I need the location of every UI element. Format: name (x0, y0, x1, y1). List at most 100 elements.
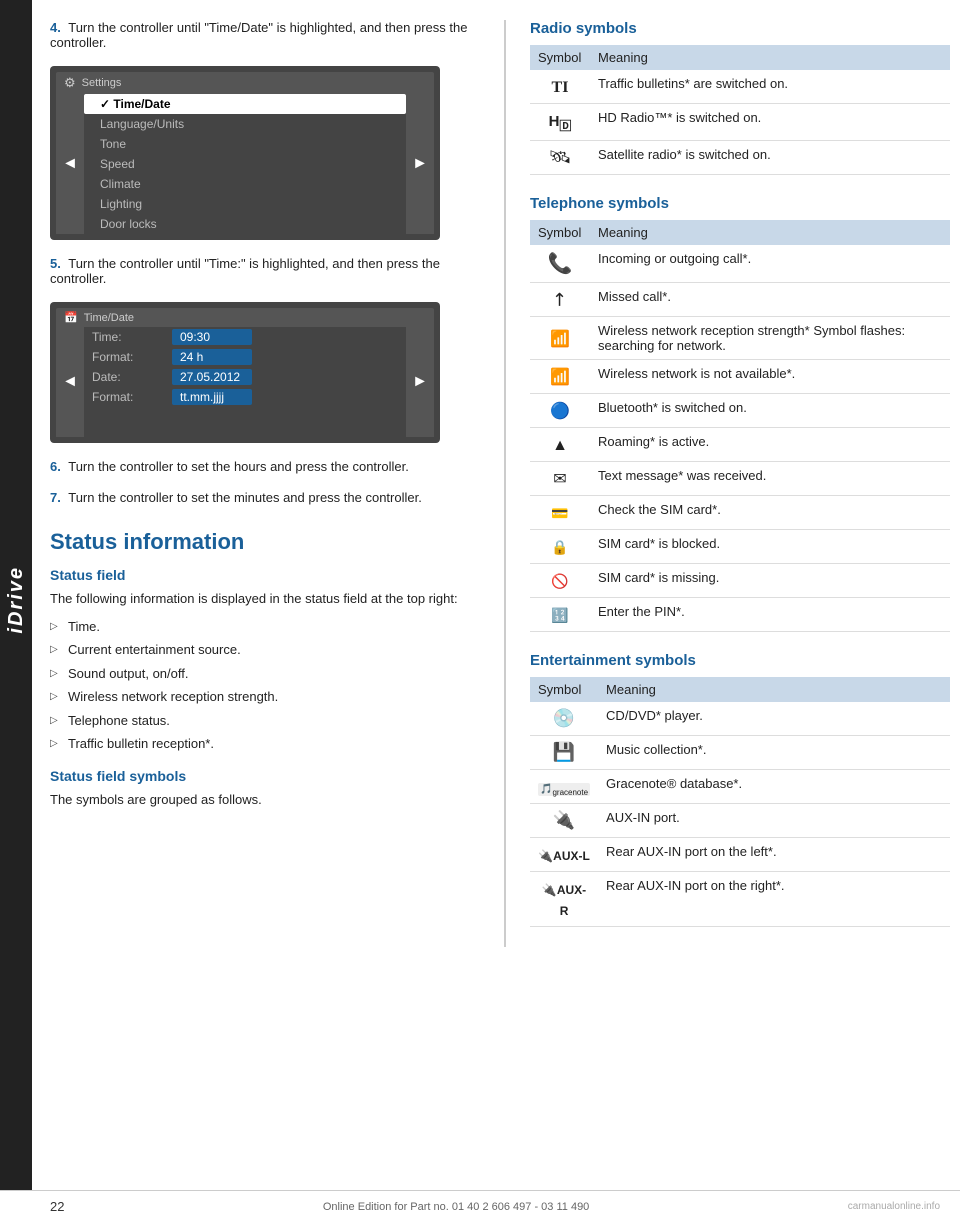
sms-icon: ✉ (553, 471, 566, 488)
gracenote-icon: 🎵gracenote (538, 783, 590, 796)
bullet-time: Time. (50, 615, 480, 639)
no-signal-icon: 📶 (550, 369, 570, 386)
step-5-num: 5. (50, 256, 61, 271)
td-value-format1: 24 h (172, 349, 252, 365)
ent-row-aux: 🔌 AUX-IN port. (530, 804, 950, 838)
signal-icon: 📶 (550, 331, 570, 348)
menu-item-tone[interactable]: Tone (84, 134, 406, 154)
ent-sym-cd: 💿 (530, 702, 598, 736)
entertainment-table: Symbol Meaning 💿 CD/DVD* player. 💾 Music… (530, 677, 950, 927)
td-left-arrow[interactable]: ◄ (56, 327, 84, 437)
menu-item-speed[interactable]: Speed (84, 154, 406, 174)
settings-screen-header: ⚙ Settings (56, 72, 434, 94)
step-7-num: 7. (50, 490, 61, 505)
ent-row-auxl: 🔌AUX-L Rear AUX-IN port on the left*. (530, 838, 950, 872)
radio-table: Symbol Meaning TI Traffic bulletins* are… (530, 45, 950, 175)
tel-sym-bt: 🔵 (530, 394, 590, 428)
menu-item-climate[interactable]: Climate (84, 174, 406, 194)
timedate-screen: 📅 Time/Date ◄ Time: 09:30 Format: 24 h D… (50, 302, 440, 443)
td-value-format2: tt.mm.jjjj (172, 389, 252, 405)
td-row-date: Date: 27.05.2012 (84, 367, 406, 387)
tel-sym-simcheck: 💳 (530, 496, 590, 530)
ent-sym-auxl: 🔌AUX-L (530, 838, 598, 872)
tel-row-roam: ▲ Roaming* is active. (530, 428, 950, 462)
settings-screen-title: Settings (82, 77, 122, 89)
calendar-icon: 📅 (64, 311, 78, 324)
ent-sym-music: 💾 (530, 736, 598, 770)
tel-meaning-missed: Missed call*. (590, 283, 950, 317)
radio-row-sat: 🛰 Satellite radio* is switched on. (530, 141, 950, 175)
tel-row-simcheck: 💳 Check the SIM card*. (530, 496, 950, 530)
settings-menu-list: ✓ Time/Date Language/Units Tone Speed Cl… (84, 94, 406, 234)
gear-icon: ⚙ (64, 75, 76, 91)
ent-meaning-cd: CD/DVD* player. (598, 702, 950, 736)
tel-row-sms: ✉ Text message* was received. (530, 462, 950, 496)
right-nav-arrow[interactable]: ► (406, 94, 434, 234)
step-6-num: 6. (50, 459, 61, 474)
ent-meaning-aux: AUX-IN port. (598, 804, 950, 838)
step-6: 6. Turn the controller to set the hours … (50, 459, 480, 474)
radio-symbols-heading: Radio symbols (530, 20, 950, 37)
td-right-arrow[interactable]: ► (406, 327, 434, 437)
menu-item-language[interactable]: Language/Units (84, 114, 406, 134)
bullet-wireless: Wireless network reception strength. (50, 685, 480, 709)
td-row-format2: Format: tt.mm.jjjj (84, 387, 406, 407)
bluetooth-icon: 🔵 (550, 403, 570, 420)
tel-meaning-signal: Wireless network reception strength* Sym… (590, 317, 950, 360)
ent-col-symbol: Symbol (530, 677, 598, 702)
step-7-text: Turn the controller to set the minutes a… (68, 490, 422, 505)
ent-sym-gracenote: 🎵gracenote (530, 770, 598, 804)
td-value-time: 09:30 (172, 329, 252, 345)
td-label-date: Date: (92, 370, 172, 384)
radio-sym-ti: TI (530, 70, 590, 104)
tel-row-pin: 🔢 Enter the PIN*. (530, 598, 950, 632)
footer-watermark: carmanualonline.info (848, 1201, 940, 1212)
cd-icon: 💿 (553, 708, 575, 728)
ent-sym-aux: 🔌 (530, 804, 598, 838)
tel-meaning-sms: Text message* was received. (590, 462, 950, 496)
idrive-label: iDrive (5, 566, 28, 634)
ent-row-cd: 💿 CD/DVD* player. (530, 702, 950, 736)
step-4-num: 4. (50, 20, 61, 35)
radio-sym-hd: H🄳 (530, 104, 590, 141)
entertainment-symbols-heading: Entertainment symbols (530, 652, 950, 669)
step-6-text: Turn the controller to set the hours and… (68, 459, 409, 474)
aux-right-icon: 🔌AUX-R (542, 883, 586, 918)
left-column: 4. Turn the controller until "Time/Date"… (50, 20, 480, 947)
roaming-icon: ▲ (552, 437, 568, 454)
td-row-format1: Format: 24 h (84, 347, 406, 367)
menu-item-lighting[interactable]: Lighting (84, 194, 406, 214)
sim-missing-icon: 🚫 (551, 573, 568, 589)
radio-meaning-ti: Traffic bulletins* are switched on. (590, 70, 950, 104)
tel-sym-sms: ✉ (530, 462, 590, 496)
menu-item-doorlocks[interactable]: Door locks (84, 214, 406, 234)
left-nav-arrow[interactable]: ◄ (56, 94, 84, 234)
missed-call-icon: ↙ (547, 287, 573, 313)
menu-item-timedate[interactable]: ✓ Time/Date (84, 94, 406, 114)
td-value-date: 27.05.2012 (172, 369, 252, 385)
tel-row-signal: 📶 Wireless network reception strength* S… (530, 317, 950, 360)
settings-screen: ⚙ Settings ◄ ✓ Time/Date Language/Units … (50, 66, 440, 240)
tel-sym-pin: 🔢 (530, 598, 590, 632)
tel-row-missed: ↙ Missed call*. (530, 283, 950, 317)
tel-meaning-bt: Bluetooth* is switched on. (590, 394, 950, 428)
tel-meaning-simcheck: Check the SIM card*. (590, 496, 950, 530)
timedate-rows: Time: 09:30 Format: 24 h Date: 27.05.201… (84, 327, 406, 437)
tel-sym-call: 📞 (530, 245, 590, 283)
status-field-bullets: Time. Current entertainment source. Soun… (50, 615, 480, 756)
status-field-symbols-heading: Status field symbols (50, 768, 480, 784)
tel-row-call: 📞 Incoming or outgoing call*. (530, 245, 950, 283)
tel-sym-nosignal: 📶 (530, 360, 590, 394)
aux-left-icon: 🔌AUX-L (538, 849, 590, 863)
timedate-screen-title: Time/Date (84, 312, 134, 324)
sim-check-icon: 💳 (551, 505, 568, 521)
tel-col-meaning: Meaning (590, 220, 950, 245)
music-collection-icon: 💾 (553, 742, 575, 762)
right-column: Radio symbols Symbol Meaning TI Traffic … (530, 20, 950, 947)
tel-meaning-pin: Enter the PIN*. (590, 598, 950, 632)
sim-block-icon: 🔒 (551, 539, 568, 555)
step-5: 5. Turn the controller until "Time:" is … (50, 256, 480, 286)
tel-meaning-simblock: SIM card* is blocked. (590, 530, 950, 564)
ent-row-gracenote: 🎵gracenote Gracenote® database*. (530, 770, 950, 804)
radio-meaning-hd: HD Radio™* is switched on. (590, 104, 950, 141)
